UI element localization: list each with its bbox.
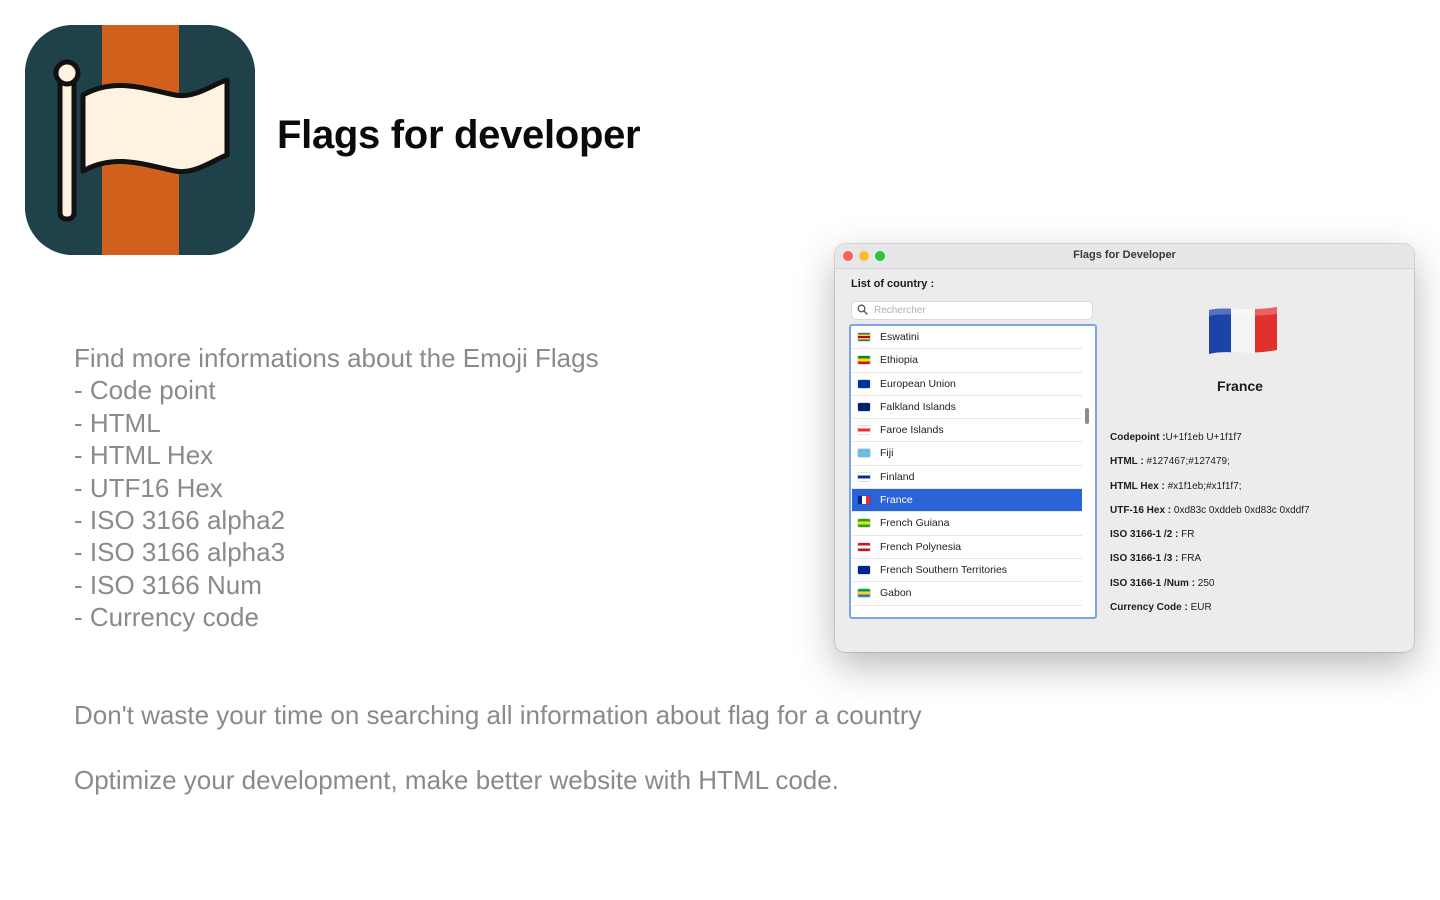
search-input[interactable] [874, 302, 1084, 319]
list-item-gabon[interactable]: Gabon [852, 582, 1082, 606]
flag-icon [858, 426, 870, 435]
app-window: Flags for Developer List of country : Es… [835, 244, 1414, 652]
feature-item: - UTF16 Hex [74, 472, 223, 503]
window-title: Flags for Developer [1073, 249, 1176, 261]
list-item-eswatini[interactable]: Eswatini [852, 326, 1082, 350]
detail-row-html-hex: HTML Hex : #x1f1eb;#x1f1f7; [1110, 480, 1242, 492]
flag-icon [858, 565, 870, 574]
list-item-fiji[interactable]: Fiji [852, 442, 1082, 466]
list-item-faroe-islands[interactable]: Faroe Islands [852, 419, 1082, 443]
flag-icon [858, 589, 870, 598]
france-flag-icon [1209, 307, 1277, 354]
search-icon [857, 304, 868, 315]
country-name-label: French Polynesia [880, 540, 962, 553]
feature-item: - ISO 3166 alpha2 [74, 505, 286, 536]
list-item-european-union[interactable]: European Union [852, 373, 1082, 396]
feature-item: - ISO 3166 alpha3 [74, 537, 286, 568]
flag-icon [858, 472, 870, 481]
feature-item: Find more informations about the Emoji F… [74, 343, 599, 373]
page-title: Flags for developer [277, 113, 641, 157]
flag-icon [858, 542, 870, 551]
country-name-label: Fiji [880, 447, 894, 460]
list-item-falkland-islands[interactable]: Falkland Islands [852, 396, 1082, 420]
country-name-label: Finland [880, 470, 915, 483]
detail-row-iso-alpha3: ISO 3166-1 /3 : FRA [1110, 553, 1202, 565]
country-name-label: Ethiopia [880, 354, 918, 367]
flag-icon [858, 449, 870, 458]
detail-row-iso-num: ISO 3166-1 /Num : 250 [1110, 577, 1215, 589]
detail-row-utf16-hex: UTF-16 Hex : 0xd83c 0xddeb 0xd83c 0xddf7 [1110, 504, 1310, 516]
tagline: Don't waste your time on searching all i… [74, 700, 922, 730]
feature-list: Find more informations about the Emoji F… [74, 342, 599, 634]
list-item-finland[interactable]: Finland [852, 466, 1082, 490]
flag-icon [25, 25, 255, 255]
list-scrollbar-thumb[interactable] [1085, 408, 1089, 424]
flag-icon [858, 519, 870, 528]
detail-row-currency: Currency Code : EUR [1110, 602, 1212, 614]
country-details: Codepoint :U+1f1eb U+1f1f7 HTML : #12746… [1110, 432, 1310, 626]
list-item-french-southern-territories[interactable]: French Southern Territories [852, 559, 1082, 583]
country-name-label: Faroe Islands [880, 424, 944, 437]
list-item-french-polynesia[interactable]: French Polynesia [852, 536, 1082, 559]
flag-icon [858, 356, 870, 365]
country-list[interactable]: Eswatini Ethiopia European Union Falkland I… [849, 324, 1097, 619]
flag-icon [858, 333, 870, 341]
tagline: Optimize your development, make better w… [74, 765, 839, 795]
detail-row-html: HTML : #127467;#127479; [1110, 456, 1230, 468]
flag-icon [858, 496, 870, 505]
list-item-france[interactable]: France [852, 489, 1082, 513]
country-name-label: Eswatini [880, 331, 920, 343]
feature-item: - ISO 3166 Num [74, 569, 262, 600]
selected-country-name: France [1217, 378, 1263, 394]
country-name-label: France [880, 494, 913, 507]
country-name-label: European Union [880, 377, 956, 390]
app-icon [25, 25, 255, 255]
detail-row-iso-alpha2: ISO 3166-1 /2 : FR [1110, 529, 1195, 541]
search-field[interactable] [851, 301, 1093, 320]
list-item-ethiopia[interactable]: Ethiopia [852, 349, 1082, 373]
detail-row-codepoint: Codepoint :U+1f1eb U+1f1f7 [1110, 432, 1242, 443]
feature-item: - HTML [74, 407, 161, 438]
flag-icon [858, 402, 870, 411]
country-name-label: French Southern Territories [880, 563, 1008, 576]
flag-icon [858, 379, 870, 388]
title-bar[interactable]: Flags for Developer [835, 244, 1414, 269]
country-name-label: French Guiana [880, 517, 950, 530]
feature-item: - Code point [74, 375, 216, 406]
list-item-french-guiana[interactable]: French Guiana [852, 512, 1082, 536]
country-name-label: Gabon [880, 587, 912, 600]
list-label: List of country : [851, 278, 935, 290]
country-name-label: Falkland Islands [880, 400, 956, 413]
feature-item: - HTML Hex [74, 440, 214, 471]
feature-item: - Currency code [74, 602, 259, 633]
